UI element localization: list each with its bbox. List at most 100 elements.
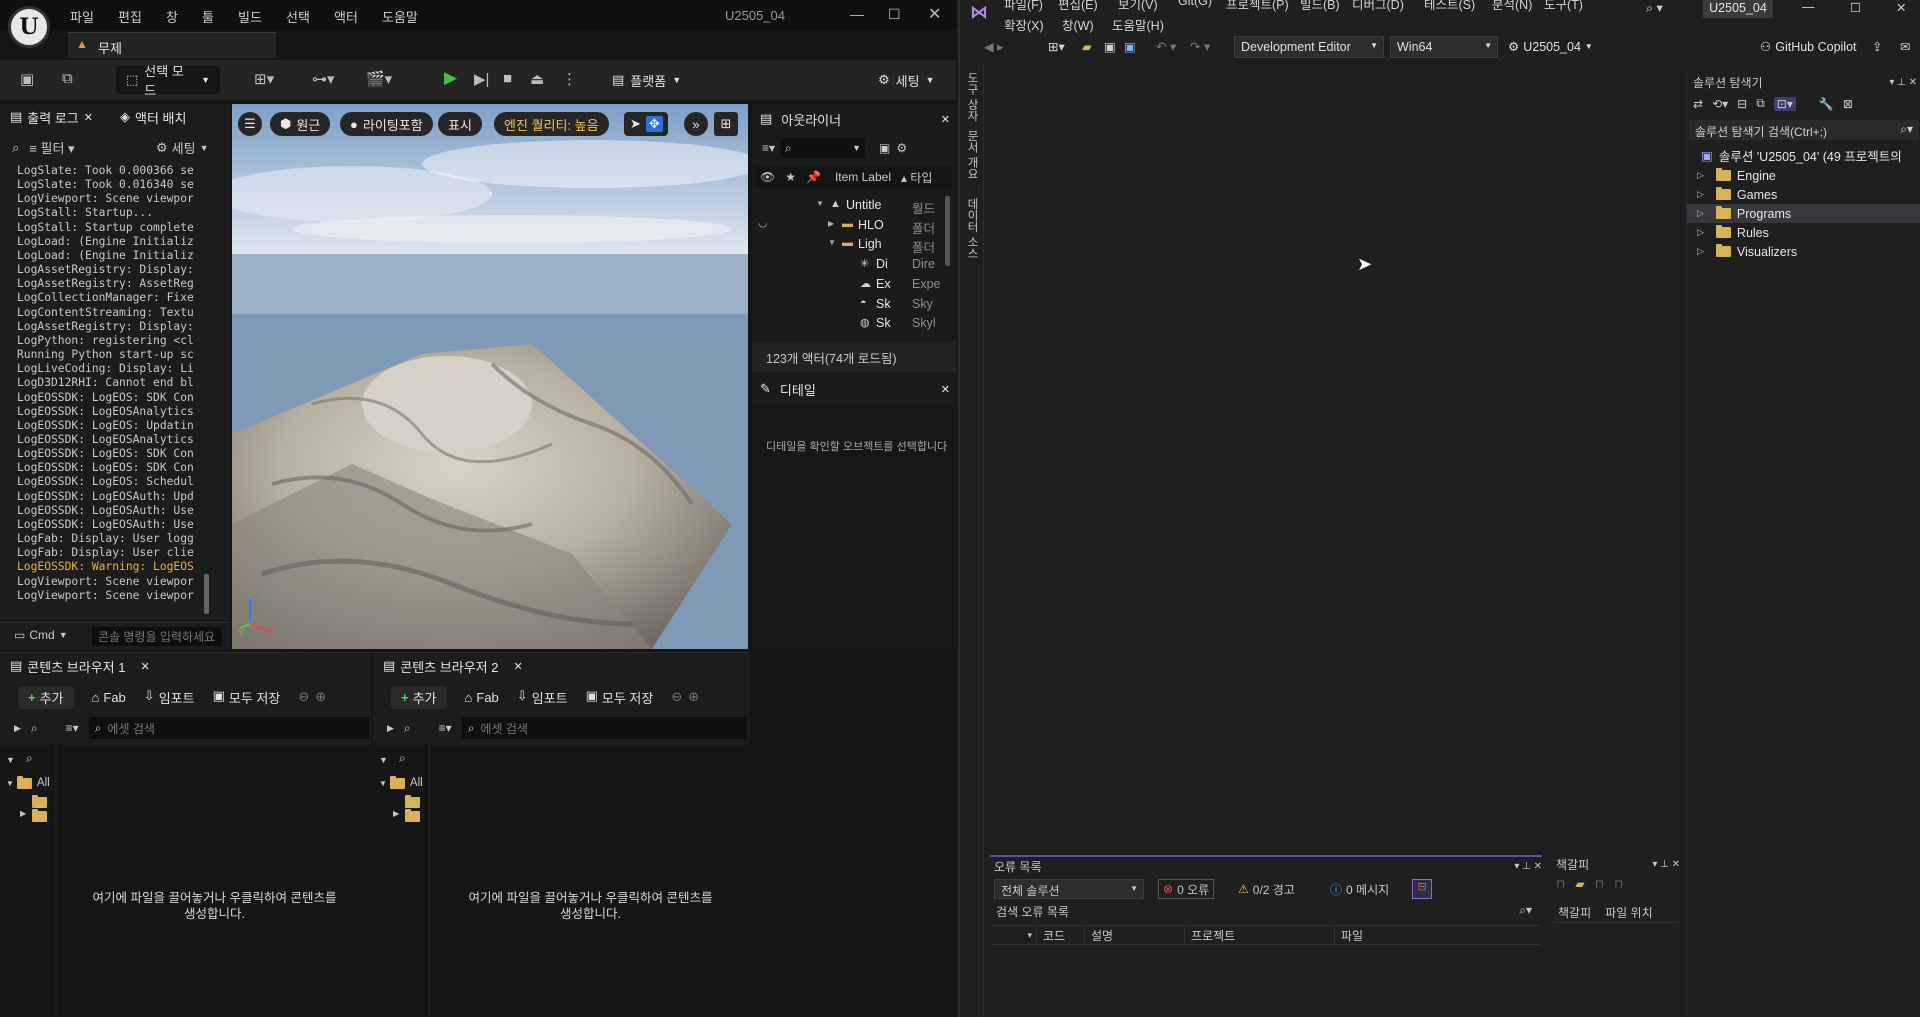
outliner-scrollbar[interactable] (945, 196, 950, 266)
expand-arrow-icon[interactable]: ▷ (1697, 227, 1704, 238)
close-icon[interactable]: ✕ (84, 111, 93, 124)
show-all-icon[interactable]: ⊡▾ (1773, 96, 1796, 111)
fab-button[interactable]: ⌂ Fab (92, 690, 126, 705)
outliner-row[interactable]: ◓ Sk Sky (752, 295, 942, 314)
vs-menu-item[interactable]: 파일(F) (1004, 0, 1043, 13)
sort-icon[interactable]: ▾ (992, 930, 1036, 941)
vs-menu-item[interactable]: 분석(N) (1492, 0, 1532, 13)
cmd-selector[interactable]: ▭ Cmd ▼ (14, 628, 68, 642)
errors-filter[interactable]: ⊗ 0 오류 (1158, 879, 1215, 899)
expand-arrow-icon[interactable]: ▼ (828, 238, 836, 247)
play-icon[interactable]: ▶ (444, 68, 457, 88)
error-list-column-header[interactable]: 파일 (1334, 926, 1484, 944)
platform-button[interactable]: ▤ 플랫폼 ▼ (602, 66, 691, 94)
outliner-row[interactable]: ✳ Di Dire (752, 255, 942, 274)
outliner-row[interactable]: ▼ ▬ Ligh 폴더 (752, 235, 942, 255)
wrench-icon[interactable]: 🔧 (1819, 97, 1834, 111)
minimize-icon[interactable]: — (1802, 0, 1815, 14)
asset-search-input[interactable]: ⌕ 에셋 검색 (461, 717, 747, 739)
outliner-col-type[interactable]: ▴ 타입 (901, 169, 932, 186)
save-all-icon[interactable]: ▣ (1124, 39, 1136, 54)
config-select[interactable]: Development Editor ▼ (1234, 36, 1384, 58)
close-icon[interactable]: ✕ (941, 113, 950, 126)
prev-bookmark-icon[interactable]: ⊓ (1595, 877, 1604, 891)
sync-icon[interactable]: ⇄ (1693, 97, 1703, 111)
add-folder-icon[interactable]: ▣ (879, 141, 890, 155)
undo-icon[interactable]: ↶ ▾ (1156, 39, 1176, 54)
save-all-button[interactable]: ▣ 모두 저장 (586, 688, 654, 707)
back-icon[interactable]: ⊖ (671, 689, 682, 705)
ue-menu-item[interactable]: 편집 (118, 7, 142, 26)
outliner-row[interactable]: ◍ Sk Skyl (752, 314, 942, 333)
viewport-menu-button[interactable]: ☰ (238, 112, 262, 136)
more-options-icon[interactable]: ⋮ (562, 70, 577, 88)
vs-menu-item[interactable]: 도움말(H) (1112, 15, 1164, 34)
outliner-row[interactable]: ☁ Ex Expe (752, 275, 942, 294)
expand-arrow-icon[interactable]: ▷ (1697, 246, 1704, 257)
stop-icon[interactable]: ■ (503, 70, 512, 87)
solution-folder[interactable]: ▷ Games (1687, 185, 1920, 204)
back-icon[interactable]: ⊖ (298, 689, 309, 705)
vs-side-tab[interactable]: 문서 개요 (964, 130, 980, 179)
feedback-icon[interactable]: ✉ (1900, 39, 1910, 54)
expand-arrow-icon[interactable]: ▷ (1697, 170, 1704, 181)
settings-button[interactable]: ⚙ 세팅 ▼ (868, 66, 945, 94)
asset-search-input[interactable]: ⌕ 에셋 검색 (88, 717, 369, 739)
console-input[interactable] (92, 627, 222, 646)
layout-button[interactable]: ⊞ (714, 112, 738, 136)
vs-side-tab[interactable]: 도구 상자 (964, 72, 980, 121)
nav-back-icon[interactable]: ◀ ▸ (984, 39, 1003, 54)
preview-icon[interactable]: ⊠ (1843, 97, 1853, 111)
engine-quality-button[interactable]: 엔진 퀄리티: 높음 (494, 112, 609, 136)
outliner-search-input[interactable]: ⌕ ▼ (781, 138, 866, 158)
vs-menu-item[interactable]: 확장(X) (1004, 15, 1044, 34)
ue-menu-item[interactable]: 도움말 (382, 7, 418, 26)
new-project-icon[interactable]: ⊞▾ (1048, 39, 1065, 54)
solution-folder[interactable]: ▷ Programs (1687, 204, 1920, 223)
expand-arrow-icon[interactable]: ▶ (828, 219, 834, 228)
asset-view[interactable]: 여기에 파일을 끌어놓거나 우클릭하여 콘텐츠를 생성합니다. (431, 745, 750, 1017)
save-icon[interactable]: ▣ (1104, 39, 1116, 54)
unreal-logo[interactable]: U (8, 6, 50, 48)
outliner-col-label[interactable]: Item Label (835, 170, 891, 184)
share-icon[interactable]: ⇪ (1872, 39, 1882, 54)
vs-menu-item[interactable]: 편집(E) (1058, 0, 1098, 13)
expand-arrow-icon[interactable]: ▷ (1697, 189, 1704, 200)
level-tab[interactable]: ▲ 무제 (68, 32, 276, 58)
maximize-icon[interactable]: ☐ (888, 6, 901, 23)
asset-view[interactable]: 여기에 파일을 끌어놓거나 우클릭하여 콘텐츠를 생성합니다. (58, 745, 371, 1017)
vs-menu-item[interactable]: 디버그(D) (1352, 0, 1404, 13)
expand-arrow-icon[interactable]: ▶ (20, 809, 26, 818)
expand-arrow-icon[interactable]: ▶ (393, 809, 399, 818)
maximize-icon[interactable]: ☐ (1850, 0, 1861, 15)
redo-icon[interactable]: ↷ ▾ (1190, 39, 1210, 54)
level-viewport[interactable]: ☰ ⬢ 원근 ● 라이팅포함 표시 엔진 퀄리티: 높음 ➤ ✥ » ⊞ Z X Y (232, 104, 748, 649)
error-list-column-header[interactable]: 코드 (1036, 926, 1084, 944)
filter-icon[interactable]: ≡▾ (439, 721, 452, 735)
open-folder-icon[interactable]: ▰ (1082, 39, 1092, 54)
vs-menu-item[interactable]: 창(W) (1062, 15, 1094, 34)
bookmark-icon[interactable]: ⊓ (1556, 877, 1565, 891)
ue-menu-item[interactable]: 선택 (286, 7, 310, 26)
search-icon[interactable]: ⌕ ▾ (1646, 0, 1663, 16)
gear-icon[interactable]: ⚙ (896, 141, 907, 155)
content-browser-tab[interactable]: ▤ 콘텐츠 브라우저 2 ✕ (383, 653, 523, 679)
error-search[interactable]: 검색 오류 목록 ⌕▾ (992, 903, 1540, 921)
perspective-button[interactable]: ⬢ 원근 (270, 112, 331, 136)
select-mode-button[interactable]: ⬚ 선택 모드 ▼ (116, 64, 220, 98)
vs-side-tab[interactable]: 데이터 소스 (964, 198, 980, 259)
fab-button[interactable]: ⌂ Fab (465, 690, 499, 705)
lighting-button[interactable]: ● 라이팅포함 (340, 112, 433, 136)
expand-sidebar-icon[interactable]: ▶ (14, 723, 21, 734)
blueprint-icon[interactable]: ⊶▾ (312, 70, 335, 88)
save-all-button[interactable]: ▣ 모두 저장 (213, 688, 281, 707)
import-button[interactable]: ⇩ 임포트 (144, 688, 195, 707)
vs-menu-item[interactable]: 빌드(B) (1300, 0, 1340, 13)
ue-menu-item[interactable]: 툴 (202, 7, 214, 26)
search-icon[interactable]: ⌕ (26, 751, 33, 766)
folder-icon[interactable] (32, 795, 47, 808)
solution-folder[interactable]: ▷ Rules (1687, 223, 1920, 242)
filter-icon[interactable]: ≡▾ (762, 141, 775, 155)
warnings-filter[interactable]: ⚠ 0/2 경고 (1234, 879, 1299, 899)
copilot-button[interactable]: ⚇ GitHub Copilot (1760, 39, 1857, 55)
